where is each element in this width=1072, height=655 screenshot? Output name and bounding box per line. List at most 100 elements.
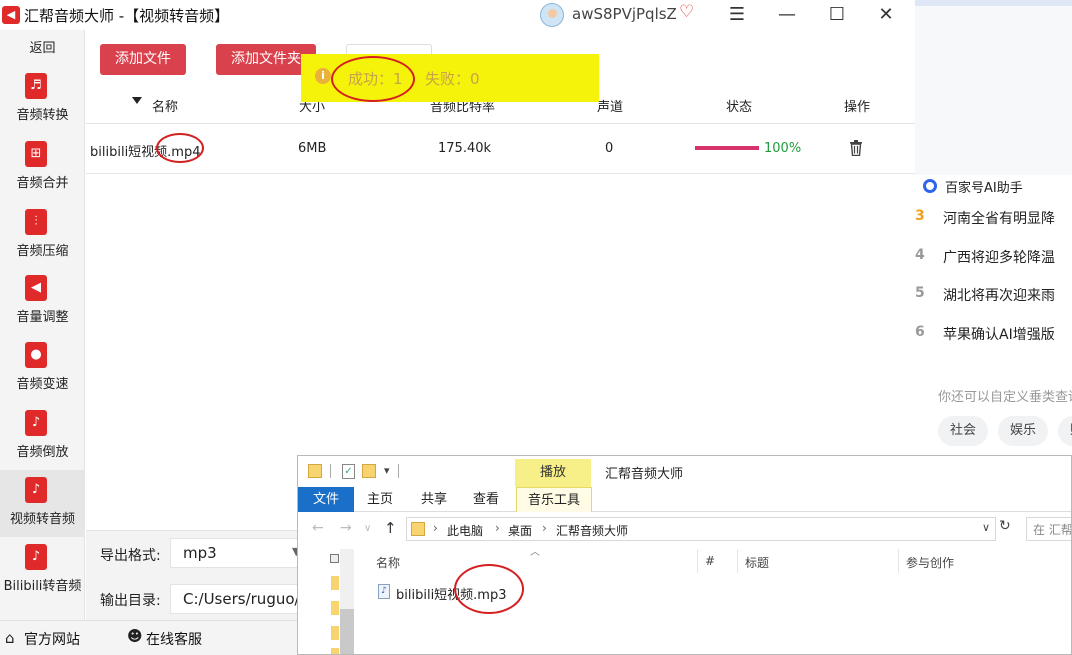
category-chip[interactable]: 财 bbox=[1058, 416, 1072, 446]
category-chip[interactable]: 社会 bbox=[938, 416, 989, 446]
breadcrumb-current-folder[interactable]: 汇帮音频大师 bbox=[556, 522, 628, 539]
sidebar-item[interactable]: ⫶ 音频压缩 bbox=[0, 202, 85, 269]
vip-diamond-icon[interactable]: ♡ bbox=[679, 2, 694, 22]
column-name[interactable]: 名称 bbox=[376, 554, 400, 571]
file-list-header: ︿ 名称 # 标题 参与创作 bbox=[360, 547, 960, 575]
refresh-icon[interactable]: ↻ bbox=[999, 518, 1011, 534]
output-dir-label: 输出目录: bbox=[100, 593, 161, 609]
chevron-down-icon[interactable]: ∨ bbox=[982, 521, 990, 534]
new-folder-icon[interactable] bbox=[362, 464, 376, 478]
news-item[interactable]: 5 湖北将再次迎来雨 bbox=[915, 285, 1055, 305]
divider bbox=[898, 549, 899, 573]
divider bbox=[398, 464, 399, 478]
sidebar-item[interactable]: ♬ 音频转换 bbox=[0, 66, 85, 133]
column-artist[interactable]: 参与创作 bbox=[906, 554, 954, 571]
column-title[interactable]: 标题 bbox=[745, 554, 769, 571]
column-status[interactable]: 状态 bbox=[726, 96, 752, 115]
news-item[interactable]: 3 河南全省有明显降 bbox=[915, 208, 1055, 228]
search-input[interactable]: 在 汇帮 bbox=[1026, 517, 1071, 541]
recent-locations-icon[interactable]: ∨ bbox=[364, 523, 371, 534]
customer-service-icon[interactable]: ☻ bbox=[127, 627, 143, 645]
column-channel[interactable]: 声道 bbox=[597, 96, 623, 115]
expand-icon[interactable] bbox=[330, 554, 339, 563]
footer: ⌂ 官方网站 ☻ 在线客服 bbox=[0, 620, 300, 655]
sidebar-item[interactable]: ♪ 视频转音频 bbox=[0, 470, 85, 537]
tab-music-tools[interactable]: 音乐工具 bbox=[516, 487, 592, 512]
sidebar-item[interactable]: ♪ 音频倒放 bbox=[0, 403, 85, 470]
category-chip[interactable]: 娱乐 bbox=[998, 416, 1049, 446]
explorer-title: 汇帮音频大师 bbox=[605, 467, 684, 482]
news-rank: 3 bbox=[915, 208, 925, 224]
user-name[interactable]: awS8PVjPqlsZ bbox=[572, 5, 677, 23]
ai-assistant-icon[interactable] bbox=[923, 179, 937, 193]
quick-access-toolbar: ✓ ▾ 播放 汇帮音频大师 bbox=[298, 456, 1071, 487]
ai-assistant-label[interactable]: 百家号AI助手 bbox=[945, 177, 1023, 196]
tab-view[interactable]: 查看 bbox=[466, 487, 506, 512]
fail-count: 失败：0 bbox=[425, 70, 480, 88]
news-item[interactable]: 6 苹果确认AI增强版 bbox=[915, 324, 1055, 344]
maximize-button[interactable]: ☐ bbox=[817, 2, 857, 28]
back-button[interactable]: 返回 bbox=[0, 37, 85, 56]
add-file-button[interactable]: 添加文件 bbox=[100, 44, 186, 75]
trash-icon[interactable] bbox=[849, 140, 863, 156]
address-bar[interactable]: › 此电脑 › 桌面 › 汇帮音频大师 ∨ bbox=[406, 517, 996, 541]
column-name[interactable]: 名称 bbox=[152, 96, 178, 115]
folder-icon[interactable] bbox=[331, 576, 339, 590]
tab-file[interactable]: 文件 bbox=[298, 487, 354, 512]
news-item[interactable]: 4 广西将迎多轮降温 bbox=[915, 247, 1055, 267]
online-service-link[interactable]: 在线客服 bbox=[146, 629, 202, 649]
address-row: ← → ∨ ↑ › 此电脑 › 桌面 › 汇帮音频大师 ∨ ↻ 在 汇帮 bbox=[298, 515, 1071, 543]
news-rank: 6 bbox=[915, 324, 925, 340]
scrollbar[interactable] bbox=[340, 549, 354, 654]
video-to-audio-icon: ♪ bbox=[25, 477, 47, 503]
audio-compress-icon: ⫶ bbox=[25, 209, 47, 235]
sidebar-item[interactable]: ● 音频变速 bbox=[0, 335, 85, 402]
home-icon[interactable]: ⌂ bbox=[5, 629, 15, 647]
avatar[interactable] bbox=[540, 3, 564, 27]
customize-toolbar-icon[interactable]: ▾ bbox=[384, 464, 390, 477]
menu-button[interactable]: ☰ bbox=[717, 2, 757, 28]
sidebar-item-label: 音频合并 bbox=[16, 176, 69, 191]
scrollbar-thumb[interactable] bbox=[340, 609, 354, 654]
output-dir-field[interactable]: C:/Users/ruguo/D bbox=[170, 584, 300, 614]
folder-icon[interactable] bbox=[331, 601, 339, 615]
sort-desc-icon[interactable] bbox=[132, 97, 142, 104]
progress-text: 100% bbox=[764, 141, 802, 156]
file-explorer-window: ✓ ▾ 播放 汇帮音频大师 文件 主页 共享 查看 音乐工具 ← → ∨ ↑ ›… bbox=[297, 455, 1072, 655]
official-site-link[interactable]: 官方网站 bbox=[24, 629, 80, 649]
properties-icon[interactable]: ✓ bbox=[342, 464, 355, 479]
table-row[interactable]: bilibili短视频.mp4 6MB 175.40k 0 100% bbox=[86, 124, 915, 174]
back-arrow-icon[interactable]: ← bbox=[312, 520, 324, 536]
folder-icon[interactable] bbox=[331, 648, 339, 654]
close-button[interactable]: ✕ bbox=[866, 2, 906, 28]
play-context-tab[interactable]: 播放 bbox=[515, 459, 591, 487]
sidebar-item[interactable]: ⊞ 音频合并 bbox=[0, 134, 85, 201]
sidebar-item-label: 音量调整 bbox=[16, 310, 69, 325]
file-size: 6MB bbox=[298, 141, 327, 156]
divider bbox=[330, 464, 331, 478]
sidebar-item-label: 音频转换 bbox=[16, 108, 69, 123]
folder-icon[interactable] bbox=[308, 464, 322, 478]
folder-icon[interactable] bbox=[331, 626, 339, 640]
sort-up-icon: ︿ bbox=[530, 547, 540, 558]
tab-share[interactable]: 共享 bbox=[414, 487, 454, 512]
column-number[interactable]: # bbox=[705, 554, 715, 568]
info-icon: i bbox=[315, 68, 331, 84]
sidebar-item[interactable]: ♪ Bilibili转音频 bbox=[0, 537, 85, 604]
minimize-button[interactable]: — bbox=[767, 2, 807, 28]
annotation-circle bbox=[331, 56, 415, 102]
speaker-icon: ◀ bbox=[2, 6, 20, 24]
sidebar-item-label: 音频压缩 bbox=[16, 244, 69, 259]
news-title: 广西将迎多轮降温 bbox=[943, 250, 1055, 266]
breadcrumb-desktop[interactable]: 桌面 bbox=[508, 522, 532, 539]
sidebar-item[interactable]: ◀ 音量调整 bbox=[0, 268, 85, 335]
forward-arrow-icon[interactable]: → bbox=[340, 520, 352, 536]
news-title: 河南全省有明显降 bbox=[943, 211, 1055, 227]
column-action[interactable]: 操作 bbox=[844, 96, 870, 115]
tab-home[interactable]: 主页 bbox=[360, 487, 400, 512]
up-arrow-icon[interactable]: ↑ bbox=[384, 519, 397, 537]
format-select[interactable]: mp3 bbox=[170, 538, 300, 568]
breadcrumb-this-pc[interactable]: 此电脑 bbox=[447, 522, 483, 539]
audio-merge-icon: ⊞ bbox=[25, 141, 47, 167]
sidebar-item-label: Bilibili转音频 bbox=[3, 579, 82, 594]
